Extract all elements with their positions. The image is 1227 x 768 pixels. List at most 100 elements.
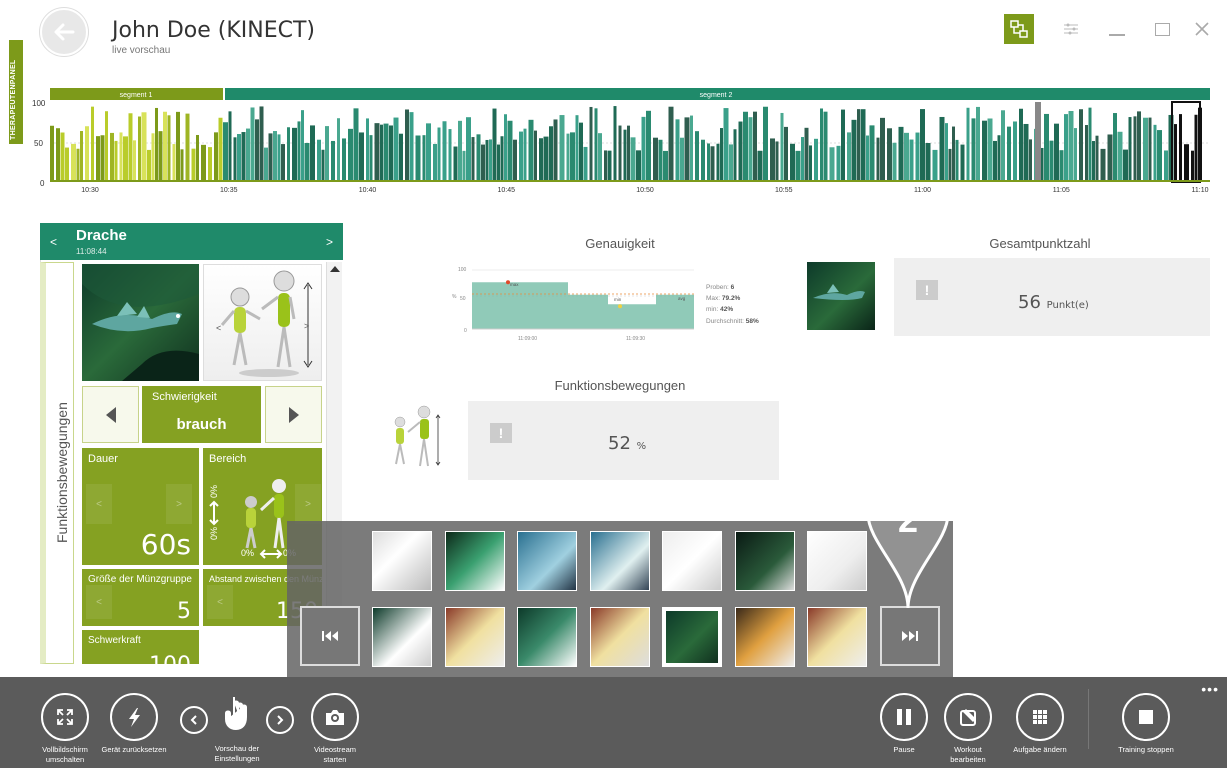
skip-to-start-icon: [322, 631, 338, 641]
network-view-button[interactable]: [1004, 14, 1034, 44]
accuracy-title: Genauigkeit: [585, 236, 655, 251]
timeline-bar: [623, 129, 627, 181]
timeline-bar: [1023, 123, 1029, 181]
timeline-bar: [814, 138, 818, 181]
videostream-label: Videostream starten: [314, 745, 356, 764]
timeline-bar: [1194, 114, 1198, 181]
back-button[interactable]: [40, 8, 88, 56]
task-thumbnail[interactable]: [590, 531, 650, 591]
timeline-bar: [218, 117, 223, 181]
timeline-bar: [559, 115, 565, 181]
timeline-bar: [268, 133, 273, 181]
close-button[interactable]: [1187, 14, 1217, 44]
task-thumbnail[interactable]: [735, 607, 795, 667]
maximize-button[interactable]: [1147, 14, 1177, 44]
next-game-button[interactable]: >: [326, 235, 333, 249]
timeline-bar: [636, 150, 641, 181]
acc-y-tick-100: 100: [458, 267, 467, 273]
timeline-bar: [151, 133, 155, 181]
fullscreen-icon: [57, 709, 73, 725]
duration-tile[interactable]: Dauer < > 60s: [82, 448, 199, 565]
task-thumbnail[interactable]: [517, 607, 577, 667]
preview-settings-button[interactable]: Vorschau der Einstellungen: [200, 693, 274, 764]
timeline-bar: [500, 136, 504, 181]
minimize-icon: [1109, 34, 1125, 36]
timeline-bar: [790, 143, 795, 181]
maximize-icon: [1154, 22, 1170, 36]
scroll-up-icon[interactable]: [330, 266, 340, 272]
last-task-button[interactable]: [880, 606, 940, 666]
timeline-bar: [100, 135, 105, 181]
coin-group-tile[interactable]: Größe der Münzgruppe < 5: [82, 569, 199, 626]
minimize-button[interactable]: [1102, 14, 1132, 44]
timeline-bar: [1148, 117, 1152, 181]
timeline-bar: [331, 140, 335, 181]
task-thumbnail[interactable]: [807, 531, 867, 591]
timeline-bar: [613, 106, 617, 181]
task-thumbnail[interactable]: [662, 531, 722, 591]
task-thumbnail-selected[interactable]: [662, 607, 722, 667]
difficulty-decrease-button[interactable]: [82, 386, 139, 443]
edit-workout-button[interactable]: Workout bearbeiten: [936, 693, 1000, 765]
task-thumbnail[interactable]: [807, 607, 867, 667]
functional-movements-value: 52 %: [608, 433, 647, 454]
range-increase[interactable]: >: [295, 484, 321, 524]
x-tick-10:35: 10:35: [220, 187, 238, 194]
fullscreen-button[interactable]: Vollbildschirm umschalten: [30, 693, 100, 765]
preview-next-button[interactable]: [266, 706, 294, 734]
timeline-bar: [448, 129, 452, 181]
touch-hand-icon: [225, 697, 247, 731]
timeline-bar: [775, 141, 779, 181]
range-figure-icon: [245, 479, 286, 549]
reset-device-button[interactable]: Gerät zurücksetzen: [94, 693, 174, 755]
videostream-button[interactable]: Videostream starten: [300, 693, 370, 765]
task-thumbnail[interactable]: [372, 607, 432, 667]
gravity-label: Schwerkraft: [88, 635, 141, 646]
prev-game-button[interactable]: <: [50, 235, 57, 249]
session-timeline[interactable]: segment 1 segment 2 100 50 0 10:30 10:35 1…: [30, 86, 1215, 198]
filter-settings-button[interactable]: [1056, 14, 1086, 44]
timeline-bar: [663, 150, 668, 181]
timeline-bar: [1123, 149, 1128, 181]
timeline-bar: [627, 125, 630, 181]
duration-decrease[interactable]: <: [86, 484, 112, 524]
timeline-bar: [1064, 114, 1068, 181]
timeline-bar: [185, 113, 190, 181]
timeline-bar: [553, 119, 558, 181]
gravity-tile[interactable]: Schwerkraft 100: [82, 630, 199, 664]
first-task-button[interactable]: [300, 606, 360, 666]
timeline-bar: [167, 115, 171, 181]
task-thumbnail[interactable]: [372, 531, 432, 591]
timeline-bar: [292, 127, 297, 181]
functional-movements-sidebar[interactable]: Funktionsbewegungen: [40, 262, 74, 664]
timeline-bar: [763, 106, 768, 181]
task-thumbnail[interactable]: [445, 607, 505, 667]
coin-distance-decrease[interactable]: <: [207, 585, 233, 619]
lightning-icon: [129, 708, 140, 727]
timeline-bar: [1044, 113, 1049, 181]
more-options-button[interactable]: •••: [1201, 681, 1219, 697]
duration-increase[interactable]: >: [166, 484, 192, 524]
timeline-bar: [237, 134, 241, 181]
coin-group-decrease[interactable]: <: [86, 585, 112, 619]
task-thumbnail[interactable]: [445, 531, 505, 591]
timeline-bar: [748, 117, 753, 181]
grid-icon: [1033, 710, 1047, 724]
task-thumbnail[interactable]: [590, 607, 650, 667]
therapist-panel-tab[interactable]: THERAPEUTENPANEL: [9, 40, 23, 144]
timeline-bar: [519, 131, 523, 181]
pause-button[interactable]: Pause: [872, 693, 936, 755]
timeline-bar: [1133, 116, 1137, 181]
change-task-button[interactable]: Aufgabe ändern: [1004, 693, 1076, 755]
timeline-bar: [820, 108, 823, 181]
timeline-bar: [1029, 139, 1032, 181]
timeline-bar: [695, 131, 699, 181]
timeline-bar: [405, 109, 409, 181]
task-thumbnail[interactable]: [735, 531, 795, 591]
stop-training-button[interactable]: Training stoppen: [1104, 693, 1188, 755]
timeline-bar: [1092, 141, 1095, 181]
task-thumbnail[interactable]: [517, 531, 577, 591]
timeline-bar: [369, 135, 373, 181]
timeline-bar: [932, 149, 938, 181]
difficulty-increase-button[interactable]: [265, 386, 322, 443]
